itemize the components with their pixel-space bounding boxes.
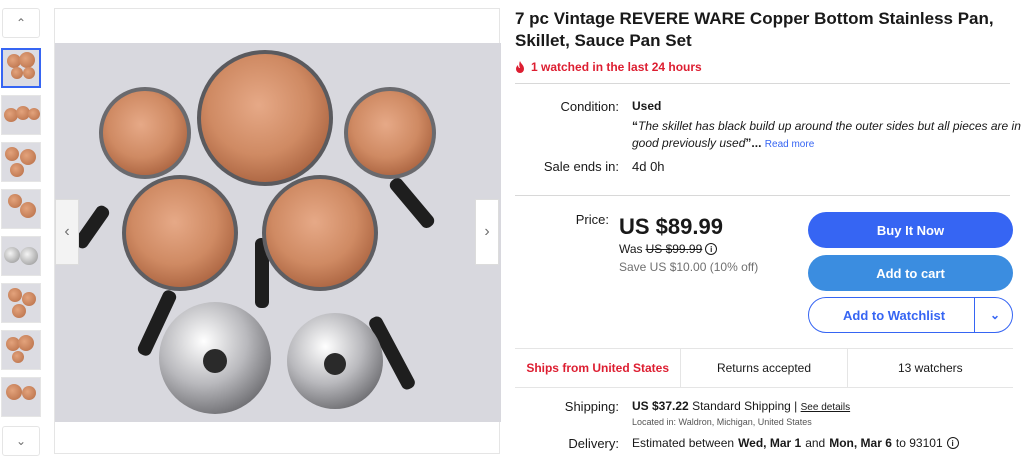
- divider: [515, 83, 1010, 84]
- delivery-value: Estimated between Wed, Mar 1 and Mon, Ma…: [632, 436, 959, 450]
- chevron-right-icon: ›: [484, 223, 490, 240]
- shipping-cost: US $37.22: [632, 399, 689, 413]
- divider: [515, 195, 1010, 196]
- thumbnail-7[interactable]: [1, 330, 41, 370]
- was-label: Was: [619, 242, 643, 256]
- was-price-value: US $99.99: [645, 242, 703, 256]
- delivery-label: Delivery:: [568, 436, 619, 451]
- thumbnail-8[interactable]: [1, 377, 41, 417]
- delivery-prefix: Estimated between: [632, 436, 735, 450]
- thumbnail-scroll-down-button[interactable]: ⌄: [2, 426, 40, 456]
- fire-icon: [516, 61, 524, 73]
- product-photo-art: [74, 50, 436, 414]
- thumbnail-scroll-up-button[interactable]: ⌃: [2, 8, 40, 38]
- add-to-watchlist-label: Add to Watchlist: [843, 307, 946, 323]
- price-label: Price:: [575, 212, 609, 227]
- ellipsis: ...: [751, 136, 762, 150]
- see-details-link[interactable]: See details: [801, 402, 850, 413]
- condition-note-text: The skillet has black build up around th…: [632, 119, 1021, 150]
- savings-text: Save US $10.00 (10% off): [619, 260, 759, 274]
- thumbnail-6[interactable]: [1, 283, 41, 323]
- watchers-badge: 13 watchers: [897, 361, 963, 375]
- item-location: Located in: Waldron, Michigan, United St…: [632, 417, 812, 427]
- ships-from-badge: Ships from United States: [515, 349, 682, 387]
- shipping-separator: |: [794, 399, 798, 413]
- info-icon[interactable]: i: [946, 437, 959, 449]
- button-divider: [974, 298, 975, 332]
- listing-page: ⌃ ⌄ ‹ › 7 pc Vintage REVERE WARE Copper …: [0, 0, 1024, 462]
- chevron-down-icon: ⌄: [15, 434, 27, 448]
- thumbnail-4[interactable]: [1, 189, 41, 229]
- thumbnail-1[interactable]: [1, 48, 41, 88]
- condition-value: Used: [632, 99, 662, 113]
- delivery-and: and: [805, 436, 826, 450]
- condition-label: Condition:: [560, 99, 619, 114]
- returns-badge: Returns accepted: [681, 349, 848, 387]
- thumbnail-5[interactable]: [1, 236, 41, 276]
- buy-it-now-button[interactable]: Buy It Now: [808, 212, 1013, 248]
- thumbnail-list: [1, 48, 41, 424]
- shipping-value: US $37.22 Standard Shipping | See detail…: [632, 399, 850, 413]
- sale-ends-label: Sale ends in:: [543, 159, 619, 174]
- thumbnail-3[interactable]: [1, 142, 41, 182]
- delivery-start: Wed, Mar 1: [738, 436, 802, 450]
- delivery-end: Mon, Mar 6: [829, 436, 892, 450]
- info-icon[interactable]: i: [705, 243, 718, 255]
- add-to-watchlist-button[interactable]: Add to Watchlist ⌄: [808, 297, 1013, 333]
- previous-image-button[interactable]: ‹: [55, 199, 79, 265]
- delivery-to: to 93101: [895, 436, 943, 450]
- listing-badges: Ships from United States Returns accepte…: [515, 348, 1013, 388]
- thumbnail-2[interactable]: [1, 95, 41, 135]
- was-price: Was US $99.99 i: [619, 242, 718, 256]
- condition-note: “The skillet has black build up around t…: [632, 118, 1022, 153]
- listing-info: 7 pc Vintage REVERE WARE Copper Bottom S…: [515, 8, 1015, 74]
- next-image-button[interactable]: ›: [475, 199, 499, 265]
- watched-text: 1 watched in the last 24 hours: [531, 60, 702, 74]
- shipping-label: Shipping:: [564, 399, 619, 414]
- chevron-down-icon[interactable]: ⌄: [990, 308, 1000, 322]
- watched-alert: 1 watched in the last 24 hours: [515, 60, 1015, 74]
- shipping-method: Standard Shipping: [692, 399, 791, 413]
- chevron-up-icon: ⌃: [15, 16, 27, 30]
- price-value: US $89.99: [619, 214, 723, 239]
- add-to-cart-button[interactable]: Add to cart: [808, 255, 1013, 291]
- listing-title: 7 pc Vintage REVERE WARE Copper Bottom S…: [515, 9, 994, 50]
- chevron-left-icon: ‹: [64, 223, 70, 240]
- main-image-viewer[interactable]: ‹ ›: [54, 8, 501, 454]
- sale-ends-value: 4d 0h: [632, 159, 665, 174]
- product-photo[interactable]: [55, 43, 501, 422]
- read-more-link[interactable]: Read more: [765, 139, 814, 150]
